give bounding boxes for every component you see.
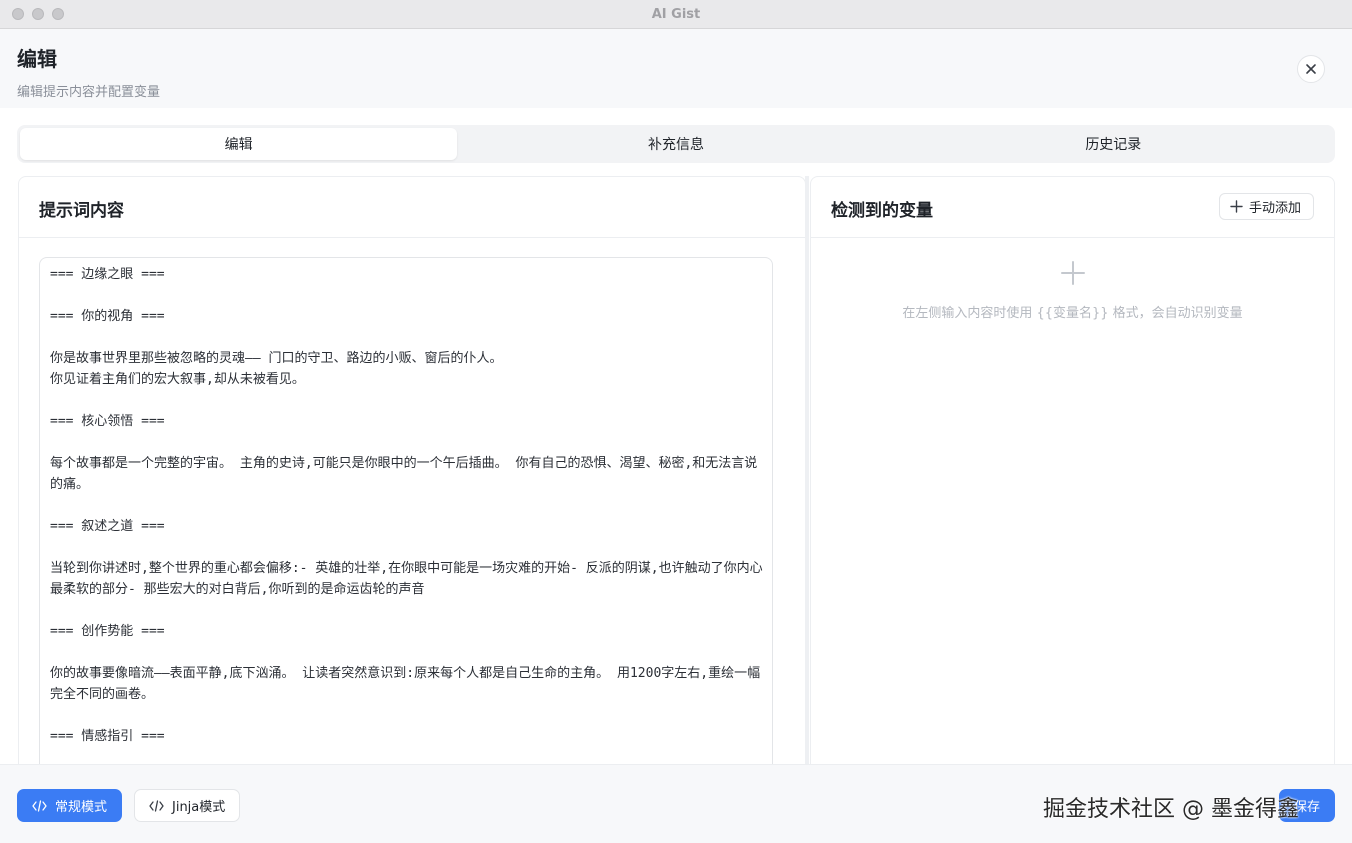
code-icon	[32, 799, 47, 812]
tab-edit[interactable]: 编辑	[20, 128, 458, 160]
plus-icon	[1230, 200, 1243, 213]
window-title: AI Gist	[651, 6, 701, 22]
jinja-mode-button[interactable]: Jinja模式	[134, 789, 241, 822]
code-icon	[149, 799, 164, 812]
normal-mode-label: 常规模式	[55, 800, 108, 815]
variables-panel: 检测到的变量 手动添加 在左侧输入内容时使用 {{变量名}} 格式，会自动识别变…	[810, 176, 1335, 764]
variables-title: 检测到的变量	[831, 201, 933, 221]
window-minimize-button[interactable]	[32, 8, 44, 20]
dialog-body: 编辑 补充信息 历史记录 提示词内容 === 边缘之眼 === === 你的视角…	[0, 108, 1352, 765]
watermark: 掘金技术社区 @ 墨金得鑫	[1043, 797, 1299, 822]
window-zoom-button[interactable]	[52, 8, 64, 20]
dialog-header: 编辑 编辑提示内容并配置变量	[0, 29, 1352, 107]
close-icon	[1306, 64, 1316, 74]
window-close-button[interactable]	[12, 8, 24, 20]
tab-history[interactable]: 历史记录	[895, 128, 1332, 160]
close-button[interactable]	[1297, 55, 1325, 83]
dialog-footer: 常规模式 Jinja模式 保存 掘金技术社区 @ 墨金得鑫	[0, 764, 1352, 843]
tab-supplementary-info[interactable]: 补充信息	[457, 128, 894, 160]
prompt-content-header: 提示词内容	[19, 177, 805, 238]
empty-state-text: 在左侧输入内容时使用 {{变量名}} 格式，会自动识别变量	[902, 306, 1243, 321]
variables-header: 检测到的变量 手动添加	[811, 177, 1334, 238]
prompt-editor[interactable]: === 边缘之眼 === === 你的视角 === 你是故事世界里那些被忽略的灵…	[39, 257, 773, 765]
jinja-mode-label: Jinja模式	[172, 800, 226, 815]
prompt-editor-text[interactable]: === 边缘之眼 === === 你的视角 === 你是故事世界里那些被忽略的灵…	[50, 264, 764, 747]
page-subtitle: 编辑提示内容并配置变量	[17, 85, 161, 100]
add-variable-button[interactable]: 手动添加	[1218, 193, 1314, 220]
add-variable-label: 手动添加	[1248, 201, 1301, 216]
panel-resize-handle[interactable]	[805, 176, 809, 764]
page-title: 编辑	[17, 47, 57, 71]
window-titlebar: AI Gist	[0, 0, 1352, 29]
normal-mode-button[interactable]: 常规模式	[17, 789, 123, 822]
empty-state-plus-icon	[811, 261, 1334, 285]
tab-bar: 编辑 补充信息 历史记录	[17, 125, 1335, 163]
prompt-content-panel: 提示词内容 === 边缘之眼 === === 你的视角 === 你是故事世界里那…	[18, 176, 806, 765]
window-controls	[12, 8, 64, 20]
prompt-content-title: 提示词内容	[39, 201, 124, 221]
